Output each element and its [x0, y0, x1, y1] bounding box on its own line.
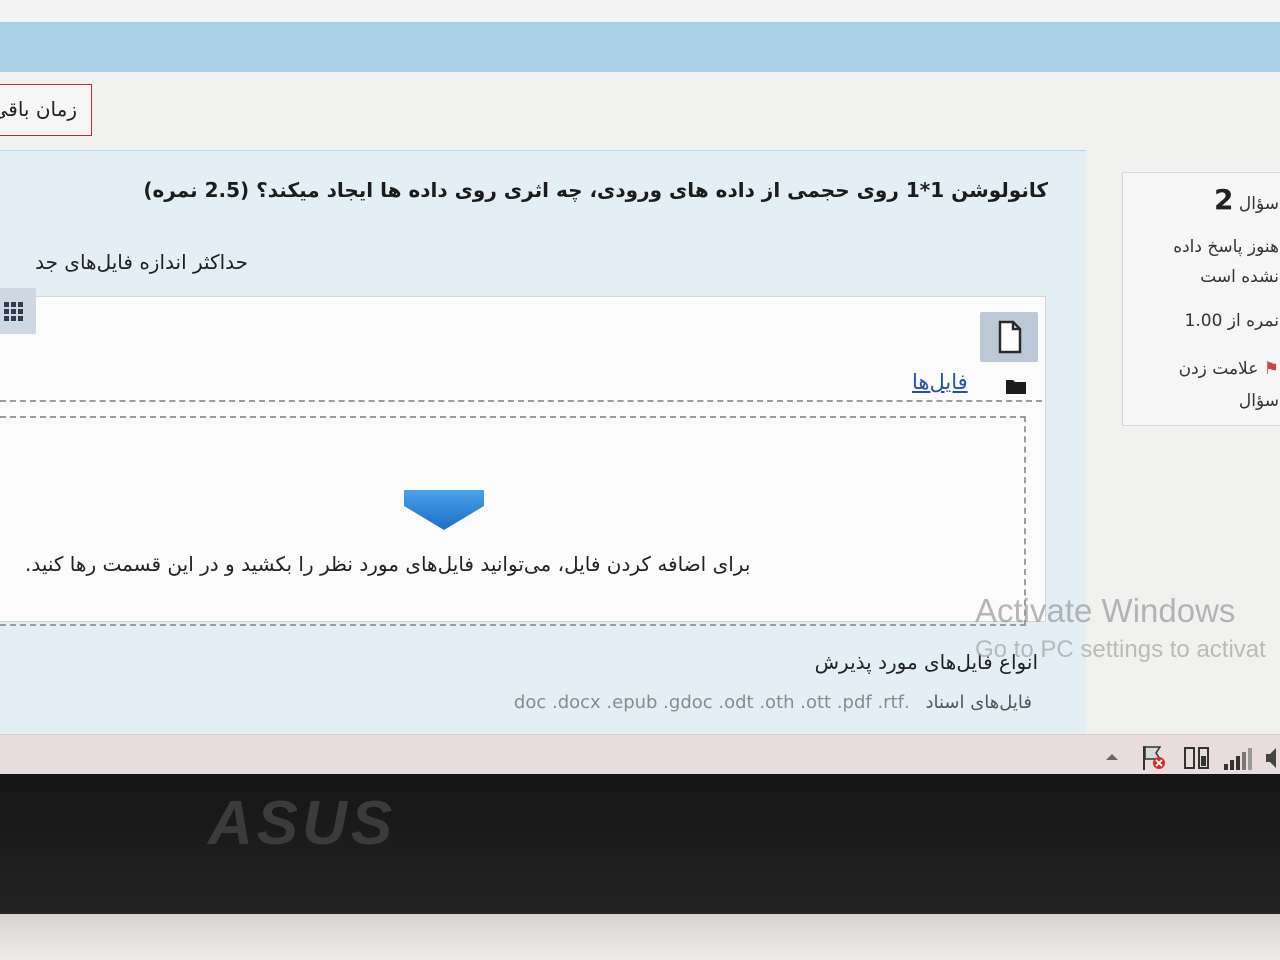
files-folder-link[interactable]: فایل‌ها	[912, 370, 968, 394]
accepted-types-documents: فایل‌های اسناد .doc .docx .epub .gdoc .o…	[514, 692, 1032, 713]
question-info-box: سؤال 2 هنوز پاسخ داده نشده است نمره از 1…	[1122, 172, 1280, 426]
question-number: 2	[1214, 183, 1234, 216]
documents-label: فایل‌های اسناد	[925, 692, 1032, 713]
header-bar	[0, 22, 1280, 72]
action-center-flag-icon[interactable]	[1140, 744, 1168, 772]
drop-hint-text: برای اضافه کردن فایل، می‌توانید فایل‌های…	[25, 552, 751, 576]
brand-logo: ASUS	[208, 789, 397, 858]
volume-icon[interactable]	[1264, 744, 1280, 772]
flag-label-1: علامت زدن	[1178, 359, 1259, 379]
divider	[0, 400, 1042, 402]
timer-label: زمان باقی	[0, 97, 77, 121]
file-drop-zone[interactable]	[0, 416, 1026, 626]
status-line-2: نشده است	[1200, 267, 1279, 287]
flag-question-link[interactable]: ⚑ علامت زدن	[1179, 359, 1279, 379]
top-strip	[0, 0, 1280, 22]
question-label: سؤال	[1238, 194, 1279, 214]
download-arrow-icon	[404, 490, 484, 530]
folder-icon	[1006, 380, 1026, 394]
file-icon	[998, 320, 1022, 354]
status-line-1: هنوز پاسخ داده	[1173, 237, 1279, 257]
battery-power-icon[interactable]	[1182, 744, 1212, 772]
question-text: کانولوشن 1*1 روی حجمی از داده های ورودی،…	[143, 178, 1048, 202]
activation-watermark-subtitle: Go to PC settings to activat	[975, 636, 1266, 663]
signal-strength-icon[interactable]	[1222, 744, 1254, 772]
documents-extensions: .doc .docx .epub .gdoc .odt .oth .ott .p…	[513, 692, 910, 713]
max-file-size-label: حداکثر اندازه فایل‌های جد	[35, 250, 248, 274]
activation-watermark-title: Activate Windows	[975, 592, 1236, 629]
grid-view-icon	[4, 302, 23, 321]
laptop-body	[0, 914, 1280, 960]
taskbar	[0, 734, 1280, 775]
grade-line: نمره از 1.00	[1184, 311, 1279, 331]
flag-icon: ⚑	[1263, 359, 1279, 379]
timer-box: زمان باقی	[0, 84, 92, 136]
grid-view-button[interactable]	[0, 288, 36, 334]
browser-screen: زمان باقی سؤال 2 هنوز پاسخ داده نشده است…	[0, 0, 1280, 740]
question-number-line: سؤال 2	[1214, 183, 1279, 216]
show-hidden-icons-icon[interactable]	[1104, 744, 1120, 772]
laptop-bezel	[0, 774, 1280, 914]
flag-label-2[interactable]: سؤال	[1239, 391, 1279, 411]
add-file-button[interactable]	[980, 312, 1038, 362]
